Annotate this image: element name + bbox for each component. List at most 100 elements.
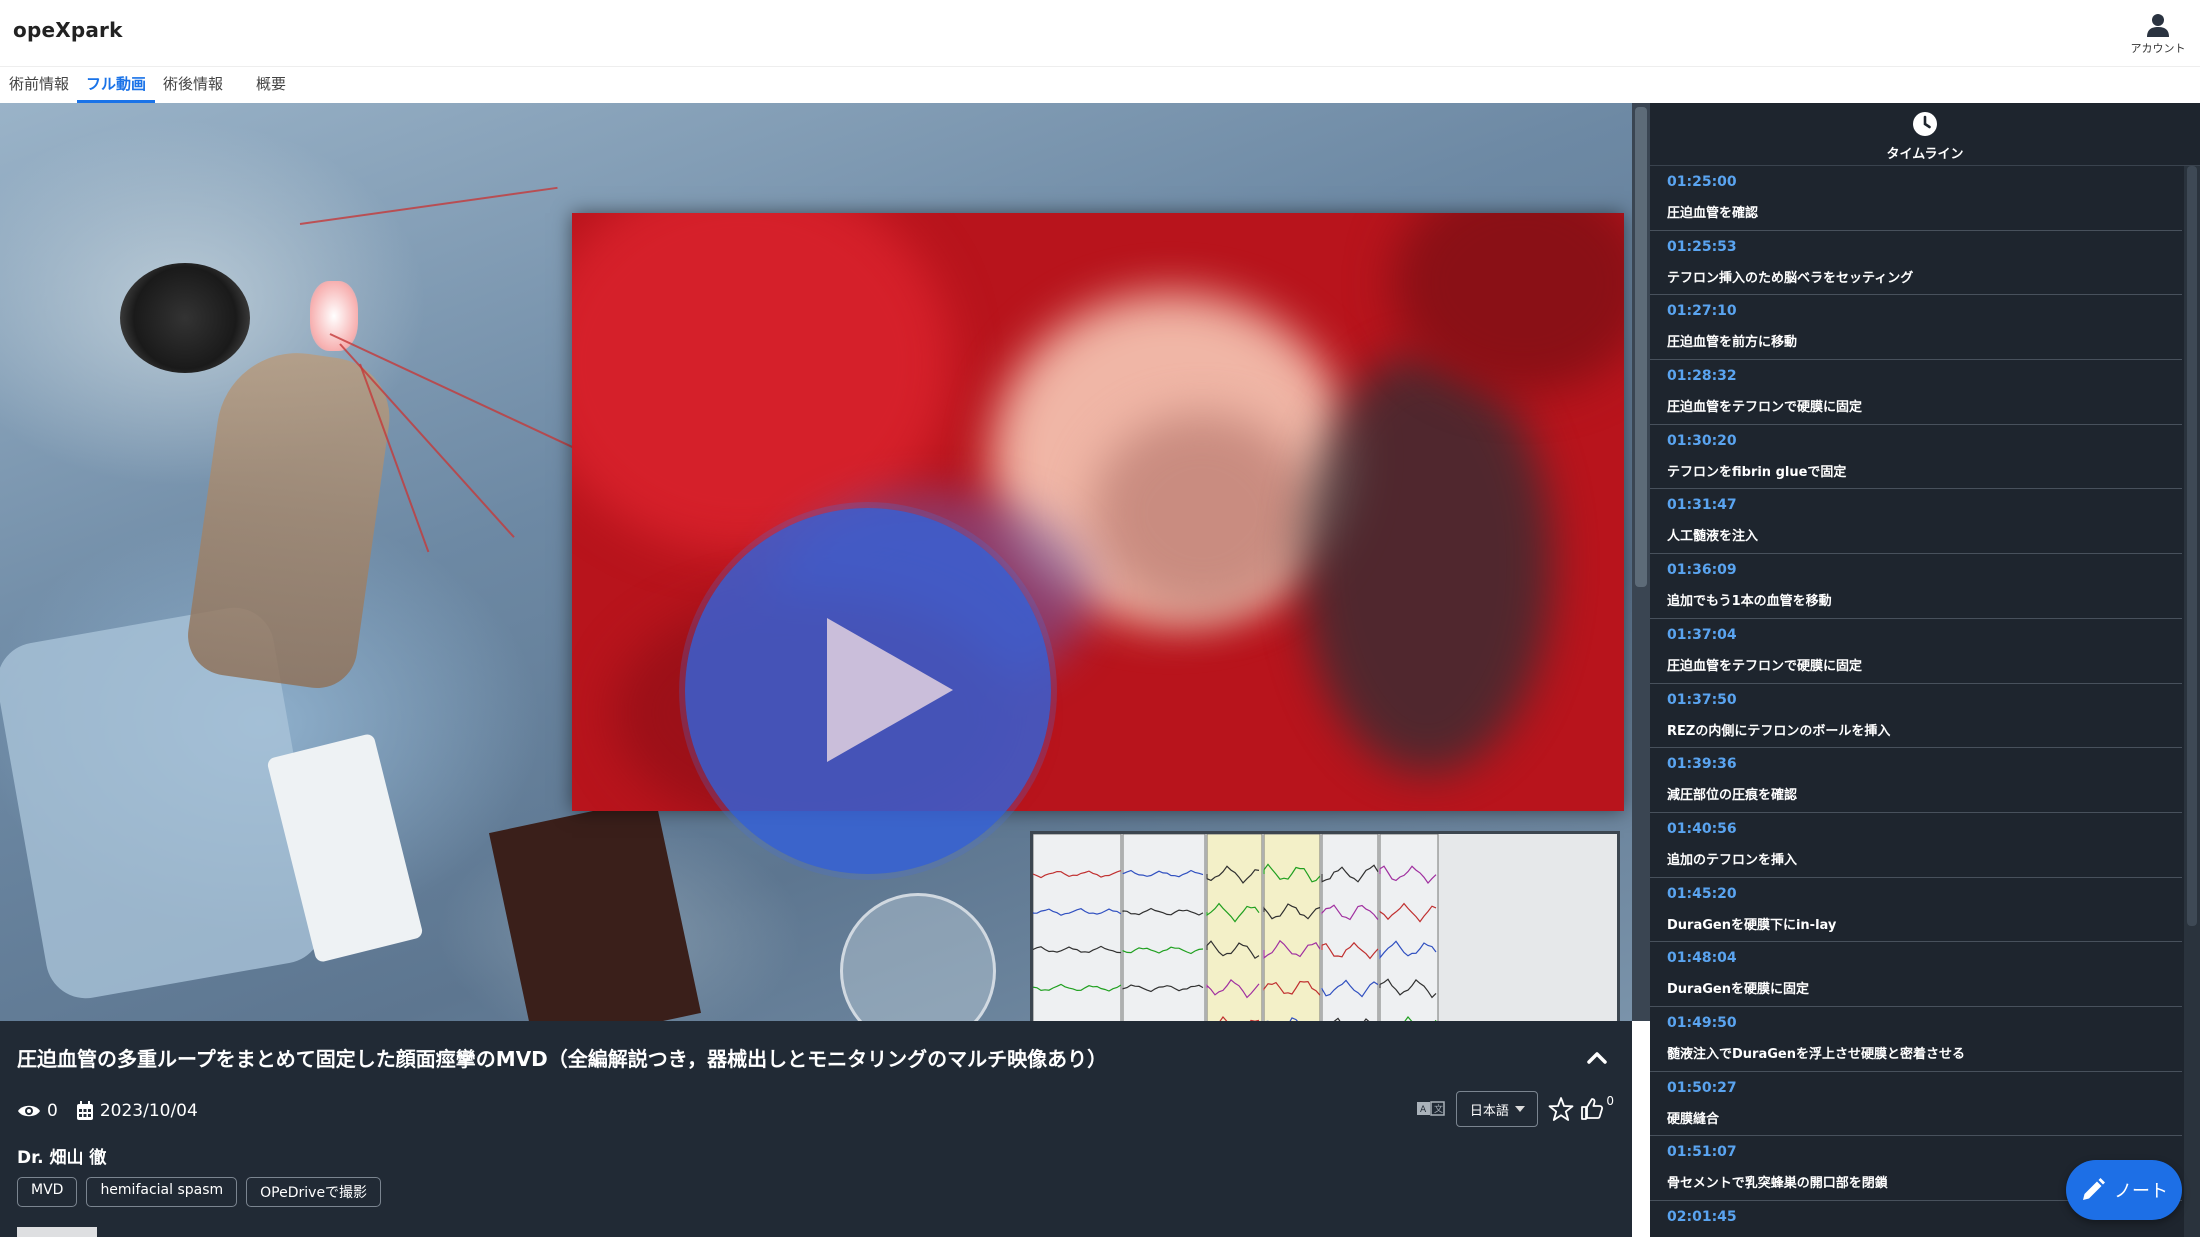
chevron-up-icon[interactable] xyxy=(1582,1043,1612,1073)
play-button[interactable] xyxy=(685,508,1051,874)
timeline-panel: タイムライン 01:25:00 圧迫血管を確認 01:25:53 テフロン挿入のため脳… xyxy=(1650,103,2200,1237)
timeline-item-time[interactable]: 01:51:07 xyxy=(1667,1144,1737,1160)
tab-postop[interactable]: 術後情報 xyxy=(154,68,232,100)
timeline-item[interactable]: 01:36:09 追加でもう1本の血管を移動 xyxy=(1650,554,2182,619)
video-info-panel: 圧迫血管の多重ループをまとめて固定した顔面痙攣のMVD（全編解説つき，器械出しと… xyxy=(0,1021,1632,1237)
timeline-title: タイムライン xyxy=(1886,147,1964,162)
app-header: opeXpark アカウント xyxy=(0,0,2200,67)
timeline-item-label: 圧迫血管をテフロンで硬膜に固定 xyxy=(1667,658,1863,674)
monitoring-view xyxy=(1030,831,1620,1021)
timeline-item-label: 圧迫血管を確認 xyxy=(1667,206,1759,221)
timeline-item-time[interactable]: 01:36:09 xyxy=(1667,562,1737,578)
timeline-item[interactable]: 01:49:50 髄液注入でDuraGenを浮上させ硬膜と密着させる xyxy=(1650,1007,2182,1072)
timeline-item-label: 追加でもう1本の血管を移動 xyxy=(1667,594,1832,610)
timeline-item[interactable]: 01:45:20 DuraGenを硬膜下にin-lay xyxy=(1650,878,2182,943)
timeline-item[interactable]: 01:28:32 圧迫血管をテフロンで硬膜に固定 xyxy=(1650,360,2182,425)
timeline-item[interactable]: 01:37:04 圧迫血管をテフロンで硬膜に固定 xyxy=(1650,619,2182,684)
section-heading-partial xyxy=(17,1227,97,1237)
note-button-label: ノート xyxy=(2114,1181,2168,1202)
timeline-header: タイムライン xyxy=(1650,103,2200,166)
timeline-item[interactable]: 01:50:27 硬膜縫合 xyxy=(1650,1072,2182,1137)
timeline-list: 01:25:00 圧迫血管を確認 01:25:53 テフロン挿入のため脳ベラをセッティ… xyxy=(1650,166,2182,1237)
timeline-item-time[interactable]: 01:50:27 xyxy=(1667,1080,1737,1096)
timeline-item[interactable]: 01:40:56 追加のテフロンを挿入 xyxy=(1650,813,2182,878)
timeline-item-label: DuraGenを硬膜下にin-lay xyxy=(1667,917,1837,933)
timeline-item-label: DuraGenを硬膜に固定 xyxy=(1667,982,1809,998)
timeline-item-time[interactable]: 01:28:32 xyxy=(1667,368,1737,384)
user-icon xyxy=(2147,14,2169,37)
timeline-item[interactable]: 01:25:00 圧迫血管を確認 xyxy=(1650,166,2182,231)
timeline-item-time[interactable]: 01:27:10 xyxy=(1667,303,1737,319)
timeline-item-time[interactable]: 01:40:56 xyxy=(1667,821,1737,837)
app-logo[interactable]: opeXpark xyxy=(13,18,123,42)
timeline-item-label: 減圧部位の圧痕を確認 xyxy=(1667,788,1798,804)
timeline-item-label: 髄液注入でDuraGenを浮上させ硬膜と密着させる xyxy=(1667,1046,1965,1062)
thumbs-up-icon[interactable] xyxy=(1580,1097,1604,1121)
timeline-item-label: 追加のテフロンを挿入 xyxy=(1667,852,1798,868)
translate-icon[interactable]: A 文 xyxy=(1416,1099,1446,1119)
calendar-icon xyxy=(76,1101,93,1120)
timeline-item-time[interactable]: 01:49:50 xyxy=(1667,1015,1737,1031)
tab-full-video[interactable]: フル動画 xyxy=(77,68,156,103)
video-title: 圧迫血管の多重ループをまとめて固定した顔面痙攣のMVD（全編解説つき，器械出しと… xyxy=(17,1047,1108,1071)
language-select-value: 日本語 xyxy=(1469,1103,1509,1119)
timeline-item-time[interactable]: 01:37:04 xyxy=(1667,627,1737,643)
timeline-item[interactable]: 01:37:50 REZの内側にテフロンのボールを挿入 xyxy=(1650,684,2182,749)
timeline-item[interactable]: 01:27:10 圧迫血管を前方に移動 xyxy=(1650,295,2182,361)
timeline-item-label: 硬膜縫合 xyxy=(1667,1111,1720,1127)
timeline-item[interactable]: 01:31:47 人工髄液を注入 xyxy=(1650,489,2182,555)
timeline-item[interactable]: 01:39:36 減圧部位の圧痕を確認 xyxy=(1650,748,2182,813)
timeline-item-label: 圧迫血管をテフロンで硬膜に固定 xyxy=(1667,400,1863,416)
account-label: アカウント xyxy=(2130,42,2186,55)
monitor-channel xyxy=(1321,834,1379,1021)
monitor-channel xyxy=(1122,834,1206,1021)
timeline-item-time[interactable]: 01:48:04 xyxy=(1667,950,1737,966)
tab-summary[interactable]: 概要 xyxy=(247,68,295,100)
scrollbar-thumb[interactable] xyxy=(1635,107,1647,587)
like-count: 0 xyxy=(1606,1094,1614,1108)
video-detail xyxy=(310,281,358,351)
tag-chip[interactable]: MVD xyxy=(17,1177,78,1207)
eye-icon xyxy=(18,1105,40,1117)
timeline-item-time[interactable]: 01:25:53 xyxy=(1667,239,1737,255)
page-scrollbar[interactable] xyxy=(1632,103,1650,1021)
video-detail xyxy=(120,263,250,373)
timeline-item-time[interactable]: 01:39:36 xyxy=(1667,756,1737,772)
publish-date-value: 2023/10/04 xyxy=(99,1101,198,1121)
caret-down-icon xyxy=(1514,1106,1525,1112)
clock-icon xyxy=(1913,112,1937,136)
monitor-channel xyxy=(1206,834,1263,1021)
play-icon xyxy=(827,618,953,762)
timeline-item-label: テフロンをfibrin glueで固定 xyxy=(1667,464,1847,480)
account-button[interactable]: アカウント xyxy=(2130,12,2186,56)
doctor-name[interactable]: Dr. 畑山 徹 xyxy=(17,1143,106,1168)
scrollbar-thumb[interactable] xyxy=(2187,166,2197,926)
timeline-item-time[interactable]: 02:01:45 xyxy=(1667,1209,1737,1225)
timeline-item[interactable]: 01:48:04 DuraGenを硬膜に固定 xyxy=(1650,942,2182,1007)
timeline-item-time[interactable]: 01:37:50 xyxy=(1667,692,1737,708)
timeline-item-time[interactable]: 01:30:20 xyxy=(1667,433,1737,449)
timeline-scrollbar[interactable] xyxy=(2184,166,2200,1237)
timeline-item[interactable]: 01:25:53 テフロン挿入のため脳ベラをセッティング xyxy=(1650,231,2182,296)
view-count-value: 0 xyxy=(47,1101,58,1121)
star-icon[interactable] xyxy=(1548,1096,1574,1122)
tag-list: MVD hemifacial spasm OPeDriveで撮影 xyxy=(17,1177,390,1207)
timeline-item-time[interactable]: 01:31:47 xyxy=(1667,497,1737,513)
pencil-icon xyxy=(2083,1178,2105,1200)
note-button[interactable]: ノート xyxy=(2066,1160,2182,1220)
view-count: 0 xyxy=(17,1101,58,1121)
timeline-item-label: 圧迫血管を前方に移動 xyxy=(1667,335,1798,351)
svg-text:文: 文 xyxy=(1434,1103,1443,1115)
timeline-item-label: 人工髄液を注入 xyxy=(1667,529,1759,545)
tag-chip[interactable]: OPeDriveで撮影 xyxy=(246,1177,382,1207)
tab-preop[interactable]: 術前情報 xyxy=(0,68,78,100)
timeline-item[interactable]: 01:30:20 テフロンをfibrin glueで固定 xyxy=(1650,425,2182,490)
timeline-item-label: REZの内側にテフロンのボールを挿入 xyxy=(1667,723,1891,739)
timeline-item-time[interactable]: 01:25:00 xyxy=(1667,174,1737,190)
timeline-item-label: 骨セメントで乳突蜂巣の開口部を閉鎖 xyxy=(1667,1176,1888,1192)
timeline-item-label: テフロン挿入のため脳ベラをセッティング xyxy=(1667,270,1914,286)
tag-chip[interactable]: hemifacial spasm xyxy=(86,1177,238,1207)
timeline-item-time[interactable]: 01:45:20 xyxy=(1667,886,1737,902)
language-select[interactable]: 日本語 xyxy=(1456,1091,1539,1127)
video-player[interactable] xyxy=(0,103,1632,1021)
